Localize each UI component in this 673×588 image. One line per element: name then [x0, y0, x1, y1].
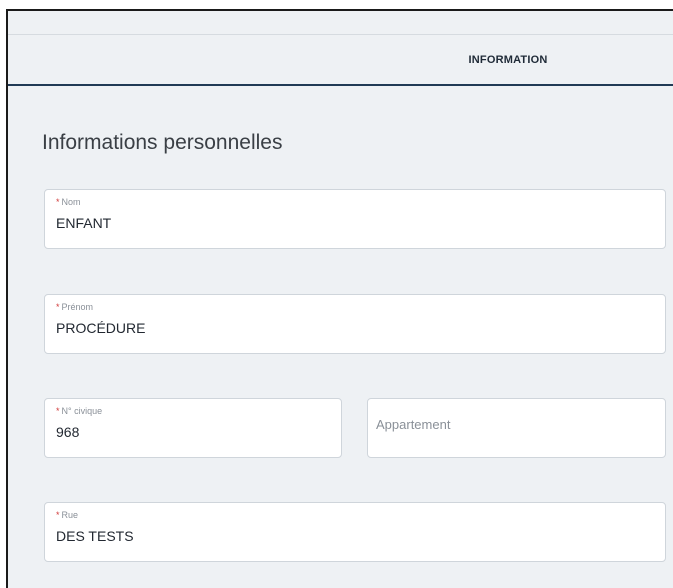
civic-number-field[interactable]: * N° civique 968 [44, 398, 342, 458]
nom-value: ENFANT [56, 215, 112, 231]
street-value: DES TESTS [56, 528, 134, 544]
apartment-placeholder: Appartement [376, 417, 451, 432]
required-mark: * [56, 510, 60, 520]
prenom-label-text: Prénom [61, 302, 94, 312]
prenom-label: * Prénom [56, 302, 93, 312]
street-label: * Rue [56, 510, 78, 520]
required-mark: * [56, 406, 60, 416]
required-mark: * [56, 302, 60, 312]
civic-number-label: * N° civique [56, 406, 102, 416]
street-field[interactable]: * Rue DES TESTS [44, 502, 666, 562]
tab-bar: INFORMATION [8, 34, 673, 86]
required-mark: * [56, 197, 60, 207]
street-label-text: Rue [61, 510, 79, 520]
section-title: Informations personnelles [42, 131, 283, 154]
form-panel: INFORMATION Informations personnelles * N… [6, 9, 673, 588]
civic-number-label-text: N° civique [61, 406, 103, 416]
nom-label: * Nom [56, 197, 81, 207]
apartment-field[interactable]: Appartement [367, 398, 666, 458]
nom-field[interactable]: * Nom ENFANT [44, 189, 666, 249]
prenom-value: PROCÉDURE [56, 320, 146, 336]
prenom-field[interactable]: * Prénom PROCÉDURE [44, 294, 666, 354]
tab-information[interactable]: INFORMATION [428, 35, 588, 85]
nom-label-text: Nom [61, 197, 81, 207]
civic-number-value: 968 [56, 424, 80, 440]
